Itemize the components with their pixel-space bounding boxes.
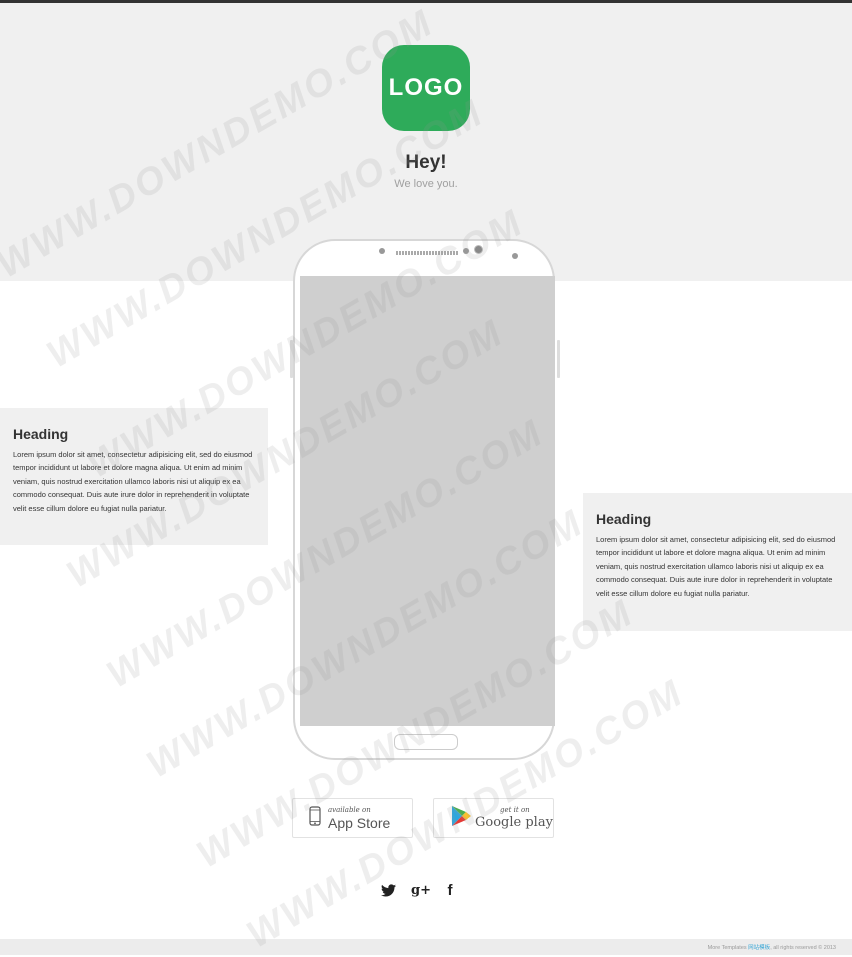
app-store-caption: available on [328,805,371,814]
hero-subtitle: We love you. [394,178,458,190]
feature-card-right: Heading Lorem ipsum dolor sit amet, cons… [583,493,852,631]
feature-heading: Heading [596,511,652,527]
google-play-button[interactable]: get it on Google play [433,798,554,838]
phone-side-button [557,340,560,378]
footer-suffix: , all rights reserved © 2013 [770,945,836,951]
feature-heading: Heading [13,426,69,442]
google-play-caption: get it on [500,806,530,814]
app-store-button[interactable]: available on App Store [292,798,413,838]
phone-mockup [293,239,555,760]
phone-sensor [512,253,518,259]
logo[interactable]: LOGO [382,45,470,131]
feature-body: Lorem ipsum dolor sit amet, consectetur … [596,535,836,598]
phone-speaker [396,251,458,255]
google-play-icon [450,804,472,833]
footer: More Templates 网站模板, all rights reserved… [0,939,852,955]
feature-body: Lorem ipsum dolor sit amet, consectetur … [13,450,253,513]
phone-icon [309,805,321,831]
phone-front-camera [474,245,483,254]
hero-title: Hey! [405,152,447,173]
phone-screen [300,276,555,726]
google-play-label: Google play [475,815,553,830]
facebook-icon[interactable]: f [440,880,460,900]
app-store-label: App Store [328,814,391,831]
phone-home-button [394,734,458,750]
twitter-icon[interactable] [378,880,398,900]
facebook-glyph: f [447,881,453,899]
google-plus-glyph: g+ [411,882,431,898]
logo-text: LOGO [388,74,464,101]
footer-prefix: More Templates [707,945,749,951]
feature-card-left: Heading Lorem ipsum dolor sit amet, cons… [0,408,268,545]
phone-sensor [379,248,385,254]
footer-copyright: More Templates 网站模板, all rights reserved… [708,943,836,951]
phone-sensor [463,248,469,254]
google-plus-icon[interactable]: g+ [411,880,431,900]
phone-side-button [290,340,293,378]
footer-link[interactable]: 网站模板 [748,945,770,951]
